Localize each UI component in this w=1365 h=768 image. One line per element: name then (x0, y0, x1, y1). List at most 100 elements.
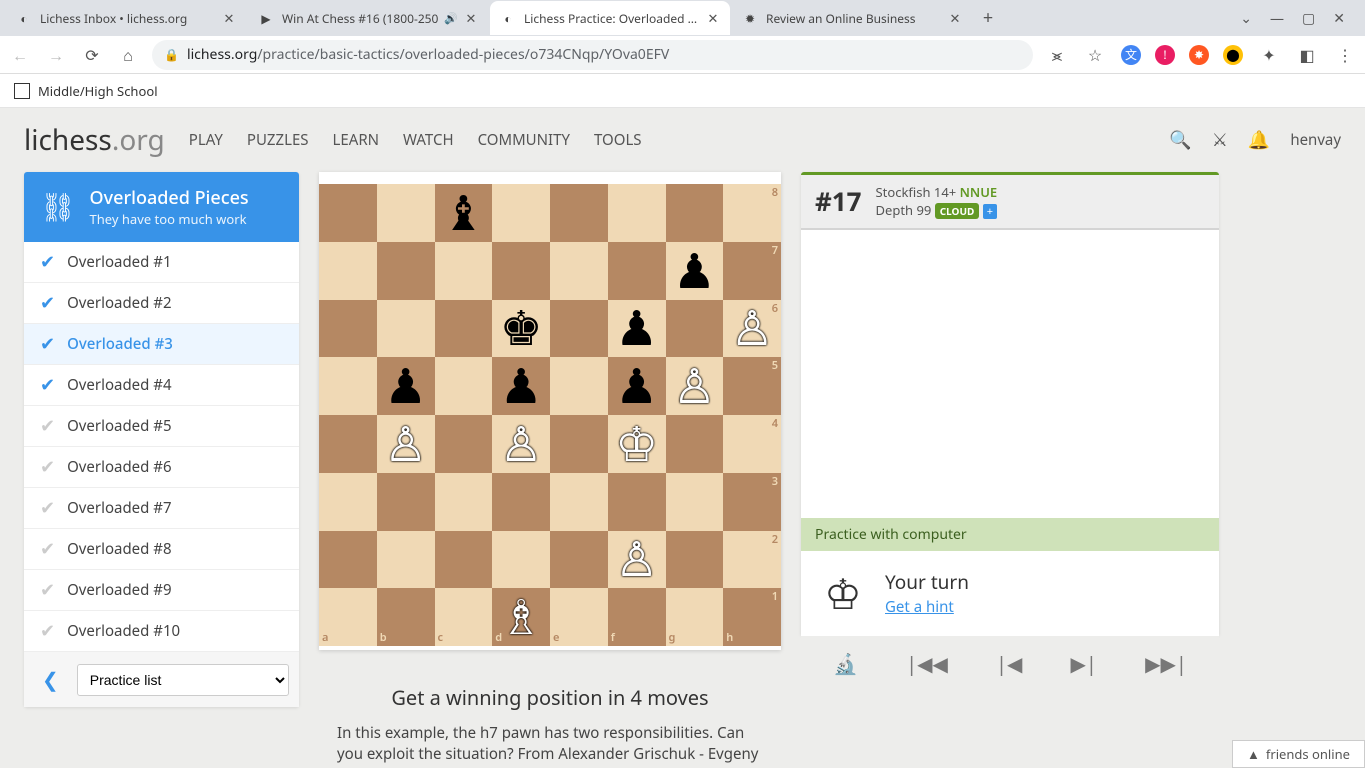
piece-b5[interactable]: ♟ (377, 357, 435, 415)
last-move-button[interactable]: ▶▶| (1145, 650, 1187, 677)
square-g1[interactable]: g (666, 588, 724, 646)
nav-link[interactable]: WATCH (403, 130, 454, 150)
square-h2[interactable]: 2 (723, 531, 781, 589)
close-tab-icon[interactable]: ✕ (706, 11, 720, 25)
forward-button[interactable]: → (44, 43, 68, 67)
piece-f5[interactable]: ♟ (608, 357, 666, 415)
piece-g7[interactable]: ♟ (666, 242, 724, 300)
square-e6[interactable] (550, 300, 608, 358)
square-c1[interactable]: c (435, 588, 493, 646)
practice-item[interactable]: ✔Overloaded #5 (24, 406, 299, 447)
home-button[interactable]: ⌂ (116, 43, 140, 67)
browser-tab[interactable]: ◐Lichess Practice: Overloaded Pie✕ (490, 1, 730, 35)
square-a1[interactable]: a (319, 588, 377, 646)
username[interactable]: henvay (1290, 130, 1341, 150)
square-e2[interactable] (550, 531, 608, 589)
practice-item[interactable]: ✔Overloaded #1 (24, 242, 299, 283)
site-logo[interactable]: lichess.org (24, 121, 165, 159)
sidepanel-icon[interactable]: ◧ (1295, 43, 1319, 67)
practice-item[interactable]: ✔Overloaded #8 (24, 529, 299, 570)
square-b1[interactable]: b (377, 588, 435, 646)
square-e5[interactable] (550, 357, 608, 415)
square-a6[interactable] (319, 300, 377, 358)
square-g8[interactable] (666, 184, 724, 242)
browser-tab[interactable]: ◐Lichess Inbox • lichess.org✕ (6, 1, 246, 35)
square-c2[interactable] (435, 531, 493, 589)
nav-link[interactable]: PUZZLES (247, 130, 309, 150)
square-h8[interactable]: 8 (723, 184, 781, 242)
piece-f2[interactable]: ♙ (608, 531, 666, 589)
square-g4[interactable] (666, 415, 724, 473)
piece-d4[interactable]: ♙ (492, 415, 550, 473)
minimize-button[interactable]: — (1270, 9, 1284, 28)
square-e8[interactable] (550, 184, 608, 242)
square-a3[interactable] (319, 473, 377, 531)
square-e3[interactable] (550, 473, 608, 531)
square-d3[interactable] (492, 473, 550, 531)
square-d8[interactable] (492, 184, 550, 242)
square-h1[interactable]: 1h (723, 588, 781, 646)
maximize-button[interactable]: ▢ (1302, 9, 1315, 28)
practice-item[interactable]: ✔Overloaded #10 (24, 611, 299, 652)
next-move-button[interactable]: ▶| (1071, 650, 1097, 677)
square-d2[interactable] (492, 531, 550, 589)
square-a2[interactable] (319, 531, 377, 589)
share-icon[interactable]: ⪤ (1045, 43, 1069, 67)
extension-orange-icon[interactable]: ✸ (1189, 45, 1209, 65)
square-h4[interactable]: 4 (723, 415, 781, 473)
square-g3[interactable] (666, 473, 724, 531)
square-b2[interactable] (377, 531, 435, 589)
piece-c8[interactable]: ♝ (435, 184, 493, 242)
plus-badge[interactable]: + (983, 204, 997, 219)
practice-item[interactable]: ✔Overloaded #6 (24, 447, 299, 488)
square-f8[interactable] (608, 184, 666, 242)
square-e7[interactable] (550, 242, 608, 300)
extension-translate-icon[interactable]: 文 (1121, 45, 1141, 65)
square-e1[interactable]: e (550, 588, 608, 646)
extension-pink-icon[interactable]: ! (1155, 45, 1175, 65)
square-c4[interactable] (435, 415, 493, 473)
audio-icon[interactable]: 🔊 (444, 11, 458, 26)
piece-g5[interactable]: ♙ (666, 357, 724, 415)
new-tab-button[interactable]: + (974, 4, 1002, 32)
square-c3[interactable] (435, 473, 493, 531)
square-a7[interactable] (319, 242, 377, 300)
star-icon[interactable]: ☆ (1083, 43, 1107, 67)
practice-list-select[interactable]: Practice list (77, 664, 289, 696)
square-c7[interactable] (435, 242, 493, 300)
menu-icon[interactable]: ⋮ (1333, 43, 1357, 67)
piece-f4[interactable]: ♔ (608, 415, 666, 473)
back-button[interactable]: ← (8, 43, 32, 67)
extension-yellow-icon[interactable]: ⬤ (1223, 45, 1243, 65)
practice-item[interactable]: ✔Overloaded #9 (24, 570, 299, 611)
square-a8[interactable] (319, 184, 377, 242)
square-b6[interactable] (377, 300, 435, 358)
close-tab-icon[interactable]: ✕ (948, 11, 962, 25)
piece-d6[interactable]: ♚ (492, 300, 550, 358)
square-f7[interactable] (608, 242, 666, 300)
practice-item[interactable]: ✔Overloaded #7 (24, 488, 299, 529)
square-f3[interactable] (608, 473, 666, 531)
challenge-icon[interactable]: ⚔ (1212, 128, 1228, 152)
square-h3[interactable]: 3 (723, 473, 781, 531)
microscope-icon[interactable]: 🔬 (833, 650, 858, 677)
square-f1[interactable]: f (608, 588, 666, 646)
nav-link[interactable]: COMMUNITY (478, 130, 570, 150)
reload-button[interactable]: ⟳ (80, 43, 104, 67)
square-b8[interactable] (377, 184, 435, 242)
close-tab-icon[interactable]: ✕ (464, 11, 478, 25)
bell-icon[interactable]: 🔔 (1248, 128, 1270, 152)
nav-link[interactable]: PLAY (189, 130, 223, 150)
practice-item[interactable]: ✔Overloaded #4 (24, 365, 299, 406)
square-b7[interactable] (377, 242, 435, 300)
practice-item[interactable]: ✔Overloaded #2 (24, 283, 299, 324)
nav-link[interactable]: LEARN (333, 130, 380, 150)
square-e4[interactable] (550, 415, 608, 473)
piece-b4[interactable]: ♙ (377, 415, 435, 473)
square-g6[interactable] (666, 300, 724, 358)
nav-link[interactable]: TOOLS (594, 130, 642, 150)
square-g2[interactable] (666, 531, 724, 589)
chessboard[interactable]: 8765432abcdefg1h♝♟♟♙♚♟♟♟♙♙♙♔♙♗ (319, 184, 781, 646)
square-h5[interactable]: 5 (723, 357, 781, 415)
piece-d1[interactable]: ♗ (492, 588, 550, 646)
